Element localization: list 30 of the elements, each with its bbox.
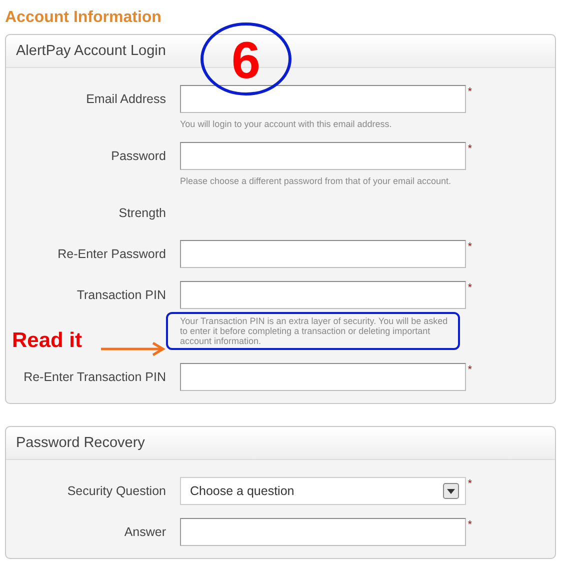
required-asterisk: * xyxy=(468,240,472,254)
required-asterisk: * xyxy=(468,477,472,491)
field-label: Security Question xyxy=(66,483,166,500)
field-label: Re-Enter Password xyxy=(56,246,166,263)
highlighted-help-text: Your Transaction PIN is an extra layer of security. You will be asked to enter it before completing a transaction or deleting important account information. xyxy=(166,312,460,350)
help-text: Please choose a different password from that of your email account. xyxy=(180,176,452,186)
field-label: Password xyxy=(110,148,166,165)
input-field[interactable] xyxy=(180,281,466,309)
field-label: Email Address xyxy=(85,91,166,108)
step-number-annotation: 6 xyxy=(200,22,292,96)
input-field[interactable] xyxy=(180,142,466,170)
pointer-arrow xyxy=(100,342,166,356)
select-field[interactable]: Choose a question xyxy=(180,477,466,505)
input-field[interactable] xyxy=(180,518,466,546)
callout-text: Read it xyxy=(12,328,82,354)
required-asterisk: * xyxy=(468,363,472,377)
field-label: Transaction PIN xyxy=(76,287,166,304)
required-asterisk: * xyxy=(468,281,472,295)
input-field[interactable] xyxy=(180,240,466,268)
section-title: Password Recovery xyxy=(6,427,555,460)
required-asterisk: * xyxy=(468,85,472,99)
field-label: Answer xyxy=(123,524,166,541)
help-text: You will login to your account with this email address. xyxy=(180,119,393,129)
field-label: Re-Enter Transaction PIN xyxy=(22,369,166,386)
required-asterisk: * xyxy=(468,142,472,156)
input-field[interactable] xyxy=(180,85,466,113)
page-heading: Account Information xyxy=(5,8,162,28)
input-field[interactable] xyxy=(180,363,466,391)
required-asterisk: * xyxy=(468,518,472,532)
field-label: Strength xyxy=(118,205,166,222)
